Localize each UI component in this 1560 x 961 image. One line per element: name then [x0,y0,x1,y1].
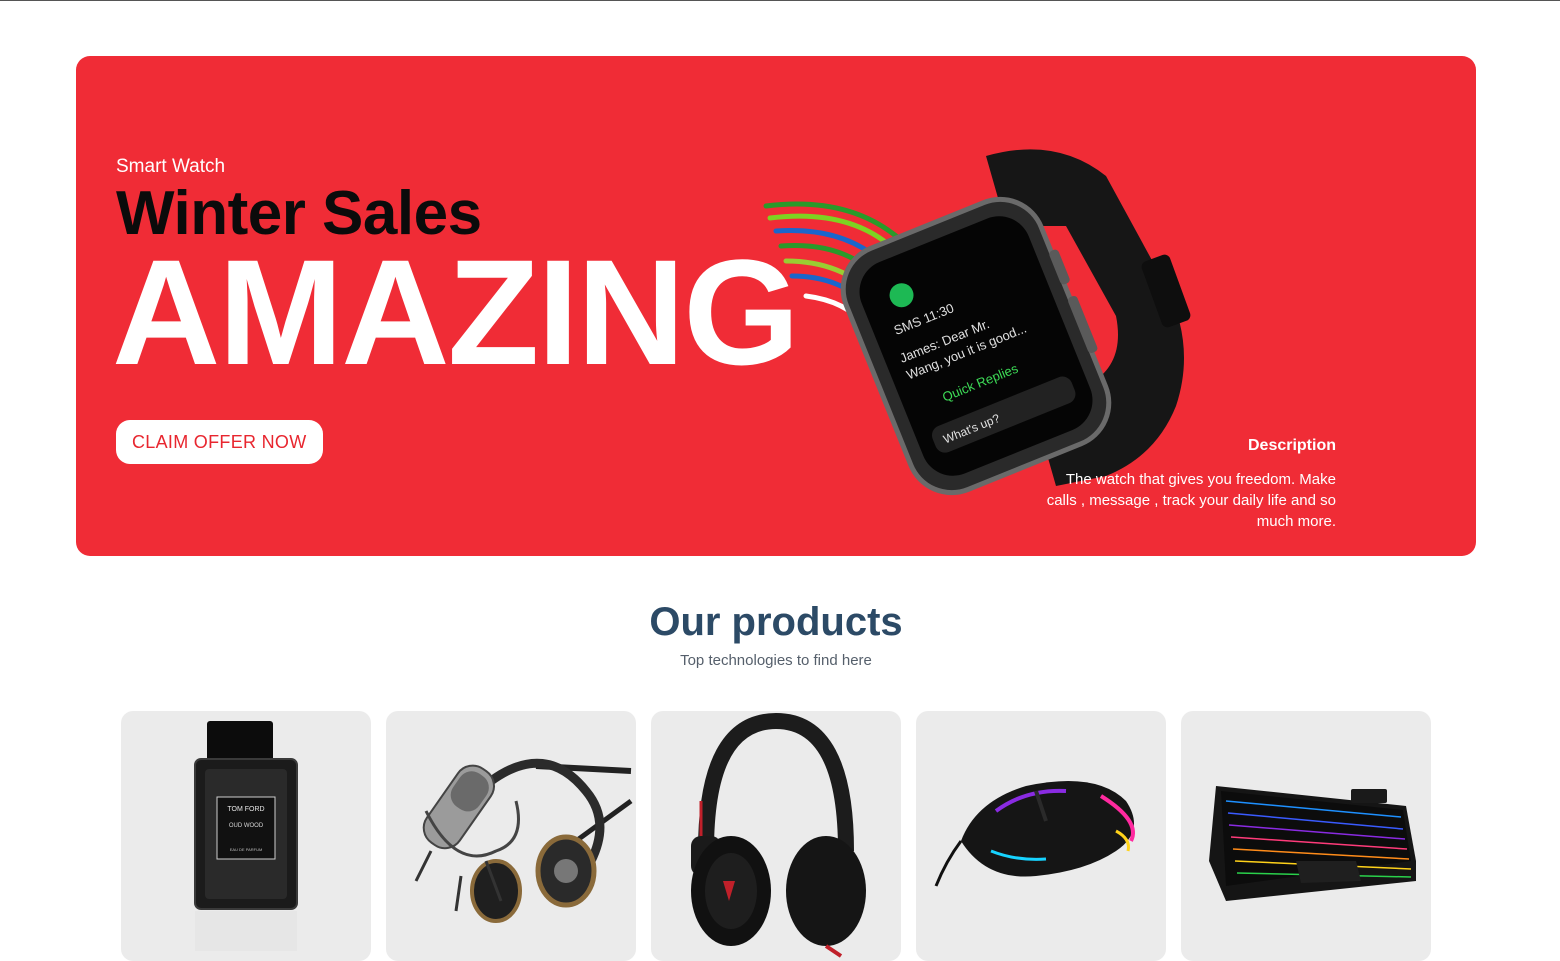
perfume-brand-label: TOM FORD [227,806,264,813]
perfume-bottle-icon: TOM FORD OUD WOOD EAU DE PARFUM [194,721,298,951]
product-card-mouse[interactable] [916,711,1166,961]
products-title: Our products [649,600,903,644]
microphone-headphones-icon [414,758,633,923]
product-card-headphones[interactable] [651,711,901,961]
claim-offer-button[interactable]: CLAIM OFFER NOW [116,420,323,464]
headphones-icon [691,712,866,958]
hero-headline: AMAZING [112,228,800,396]
product-card-keyboard[interactable] [1181,711,1431,961]
description-text: The watch that gives you freedom. Make c… [1046,471,1336,530]
description-title: Description [1247,437,1336,454]
perfume-name-label: OUD WOOD [229,823,264,829]
products-subtitle: Top technologies to find here [680,652,872,669]
gaming-keyboard-icon [1209,786,1416,901]
gaming-mouse-icon [934,781,1135,887]
perfume-extra-label: EAU DE PARFUM [230,847,263,852]
product-card-perfume[interactable]: TOM FORD OUD WOOD EAU DE PARFUM [121,711,371,961]
hero-banner: Smart Watch Winter Sales AMAZING SMS 11:… [76,56,1476,556]
product-list: TOM FORD OUD WOOD EAU DE PARFUM [121,711,1431,961]
smartwatch-image: SMS 11:30 James: Dear Mr. Wang, you it i… [763,149,1191,496]
hero-subtitle: Smart Watch [116,156,226,177]
top-divider [0,0,1560,1]
product-card-microphone[interactable] [386,711,636,961]
